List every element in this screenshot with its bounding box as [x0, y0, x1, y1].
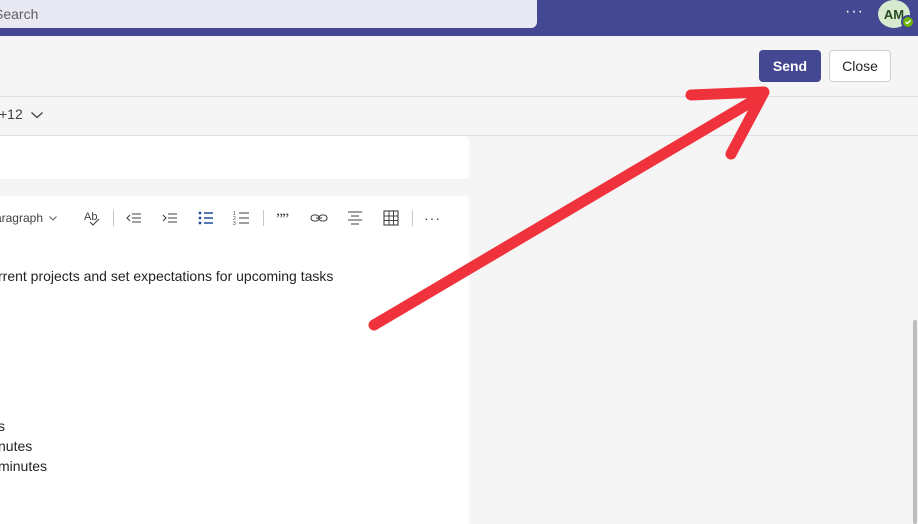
spellcheck-icon[interactable]: Ab — [82, 207, 102, 229]
editor-line: minutes — [0, 458, 48, 474]
search-input[interactable] — [0, 6, 531, 22]
editor-line: s — [0, 418, 5, 434]
search-box[interactable] — [0, 0, 537, 28]
meeting-details-editor[interactable] — [0, 196, 469, 524]
paragraph-style-label: Paragraph — [0, 211, 43, 225]
link-icon[interactable] — [309, 207, 329, 229]
svg-text:3: 3 — [233, 221, 236, 227]
editor-line: nutes — [0, 438, 33, 454]
presence-available-icon — [901, 15, 915, 29]
bulleted-list-icon[interactable] — [196, 207, 216, 229]
scrollbar[interactable] — [913, 320, 917, 524]
numbered-list-icon[interactable]: 123 — [232, 207, 252, 229]
svg-text:Ab: Ab — [84, 211, 97, 223]
toolbar-divider — [113, 210, 114, 226]
chevron-down-icon — [49, 216, 57, 221]
toolbar-divider — [412, 210, 413, 226]
more-options-icon[interactable]: ··· — [845, 4, 864, 20]
align-icon[interactable] — [345, 207, 365, 229]
send-button[interactable]: Send — [759, 50, 821, 82]
toolbar-divider — [263, 210, 264, 226]
table-icon[interactable] — [381, 207, 401, 229]
decrease-indent-icon[interactable] — [124, 207, 144, 229]
attendees-row: +12 — [0, 97, 918, 136]
increase-indent-icon[interactable] — [160, 207, 180, 229]
location-field[interactable] — [0, 136, 469, 179]
editor-line: rrent projects and set expectations for … — [0, 268, 334, 284]
chevron-down-icon[interactable] — [30, 108, 44, 127]
paragraph-style-dropdown[interactable]: Paragraph — [0, 207, 58, 229]
close-button[interactable]: Close — [829, 50, 891, 82]
svg-text:”: ” — [282, 211, 289, 228]
attendees-count[interactable]: +12 — [0, 106, 23, 122]
quote-icon[interactable]: ”” — [273, 207, 293, 229]
more-options-icon[interactable]: ··· — [424, 207, 441, 229]
